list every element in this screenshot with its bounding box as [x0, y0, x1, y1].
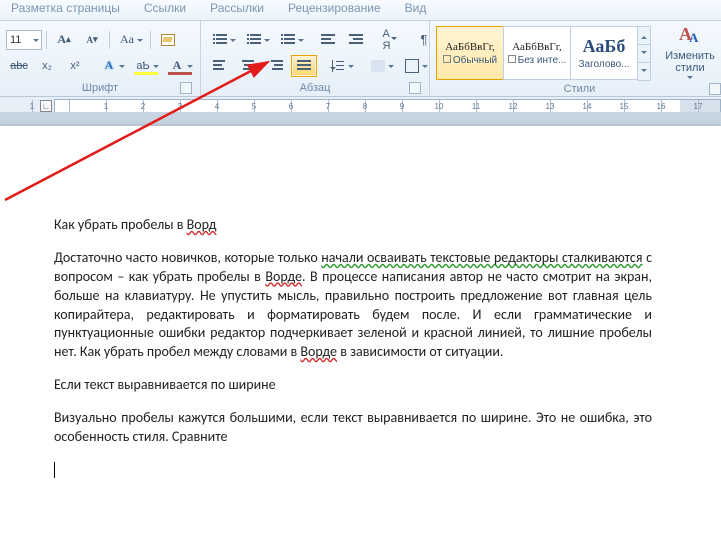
font-dialog-launcher[interactable]: [180, 82, 192, 94]
bullets-icon: [213, 34, 227, 46]
doc-title: Как убрать пробелы в Ворд: [54, 216, 652, 235]
align-justify-button[interactable]: [291, 55, 317, 77]
multilevel-icon: [281, 34, 295, 46]
align-left-button[interactable]: [207, 55, 233, 77]
doc-paragraph-2: Если текст выравнивается по ширине: [54, 376, 652, 395]
ruler-label: 7: [326, 102, 330, 111]
tab-page-layout[interactable]: Разметка страницы: [8, 0, 123, 18]
eraser-icon: [161, 34, 175, 46]
group-paragraph-label: Абзац: [300, 82, 331, 94]
ruler-label: 15: [620, 102, 629, 111]
paragraph-dialog-launcher[interactable]: [409, 82, 421, 94]
grow-font-button[interactable]: A▴: [51, 29, 77, 51]
ribbon: 11 A▴ A▾ Aa abc x₂ x² A aƄ: [0, 21, 721, 97]
tab-view[interactable]: Вид: [402, 0, 430, 18]
ruler-label: 4: [215, 102, 219, 111]
tab-selector[interactable]: ∟: [40, 100, 52, 112]
ruler-label: 11: [472, 102, 480, 111]
doc-cursor-line: [54, 461, 652, 480]
ruler-label: 2: [141, 102, 145, 111]
ruler-label: 17: [694, 102, 703, 111]
ruler-label: 10: [435, 102, 444, 111]
text-effects-button[interactable]: A: [96, 55, 128, 77]
styles-dialog-launcher[interactable]: [709, 83, 721, 95]
outdent-icon: [321, 34, 335, 46]
borders-button[interactable]: [399, 55, 431, 77]
tab-mailings[interactable]: Рассылки: [207, 0, 267, 18]
styles-gallery: АаБбВвГг, Обычный АаБбВвГг, Без инте... …: [436, 26, 651, 80]
line-spacing-button[interactable]: [325, 55, 357, 77]
group-font-label: Шрифт: [82, 82, 118, 94]
doc-paragraph-3: Визуально пробелы кажутся большими, если…: [54, 409, 652, 447]
font-size-value: 11: [10, 34, 21, 46]
ruler-label: 8: [363, 102, 367, 111]
document-page[interactable]: Как убрать пробелы в Ворд Достаточно час…: [0, 126, 721, 533]
ruler-label: 16: [657, 102, 666, 111]
document-background: Как убрать пробелы в Ворд Достаточно час…: [0, 112, 721, 533]
ribbon-tabs: Разметка страницы Ссылки Рассылки Реценз…: [0, 0, 721, 21]
align-right-icon: [269, 60, 283, 72]
highlight-color-button[interactable]: aƄ: [130, 55, 162, 77]
style-item-normal[interactable]: АаБбВвГг, Обычный: [436, 26, 504, 80]
doc-paragraph-1: Достаточно часто новичков, которые тольк…: [54, 249, 652, 362]
document-content[interactable]: Как убрать пробелы в Ворд Достаточно час…: [54, 216, 652, 494]
ruler-label: 3: [178, 102, 182, 111]
align-center-button[interactable]: [235, 55, 261, 77]
align-right-button[interactable]: [263, 55, 289, 77]
tab-references[interactable]: Ссылки: [141, 0, 189, 18]
shrink-font-button[interactable]: A▾: [79, 29, 105, 51]
font-color-swatch: [168, 72, 192, 75]
multilevel-list-button[interactable]: [275, 29, 307, 51]
align-left-icon: [213, 60, 227, 72]
increase-indent-button[interactable]: [343, 29, 369, 51]
ruler-label: 1: [104, 102, 108, 111]
font-size-combo[interactable]: 11: [6, 30, 42, 50]
ruler-label: 14: [583, 102, 592, 111]
align-justify-icon: [297, 60, 311, 72]
font-color-button[interactable]: A: [164, 55, 196, 77]
text-cursor: [54, 462, 55, 478]
strikethrough-button[interactable]: abc: [6, 55, 32, 77]
ruler-label: 9: [400, 102, 404, 111]
align-center-icon: [241, 60, 255, 72]
group-styles: АаБбВвГг, Обычный АаБбВвГг, Без инте... …: [430, 21, 721, 96]
bullets-button[interactable]: [207, 29, 239, 51]
decrease-indent-button[interactable]: [315, 29, 341, 51]
numbering-button[interactable]: [241, 29, 273, 51]
group-font: 11 A▴ A▾ Aa abc x₂ x² A aƄ: [0, 21, 201, 96]
group-paragraph: AЯ ¶ Абзац: [201, 21, 430, 96]
ruler-label: 1: [30, 102, 34, 111]
sort-icon: AЯ: [383, 28, 398, 52]
shading-button[interactable]: [365, 55, 397, 77]
ruler-label: 5: [252, 102, 256, 111]
ruler-label: 13: [546, 102, 555, 111]
group-styles-label: Стили: [564, 83, 596, 95]
indent-icon: [349, 34, 363, 46]
borders-icon: [405, 59, 419, 73]
ruler-label: 12: [509, 102, 518, 111]
shading-icon: [371, 60, 385, 72]
change-styles-button[interactable]: Изменить стили: [657, 24, 721, 82]
clear-formatting-button[interactable]: [155, 29, 181, 51]
style-item-no-spacing[interactable]: АаБбВвГг, Без инте...: [503, 26, 571, 80]
change-case-button[interactable]: Aa: [114, 29, 146, 51]
styles-gallery-more[interactable]: [637, 26, 651, 80]
line-spacing-icon: [332, 60, 344, 72]
sort-button[interactable]: AЯ: [377, 29, 403, 51]
change-styles-icon: [677, 24, 703, 50]
style-item-heading[interactable]: АаБб Заголово...: [570, 26, 638, 80]
subscript-button[interactable]: x₂: [34, 55, 60, 77]
numbering-icon: [247, 34, 261, 46]
pilcrow-icon: ¶: [421, 32, 428, 47]
highlight-color-swatch: [134, 72, 158, 75]
ruler-label: 6: [289, 102, 293, 111]
superscript-button[interactable]: x²: [62, 55, 88, 77]
tab-review[interactable]: Рецензирование: [285, 0, 384, 18]
